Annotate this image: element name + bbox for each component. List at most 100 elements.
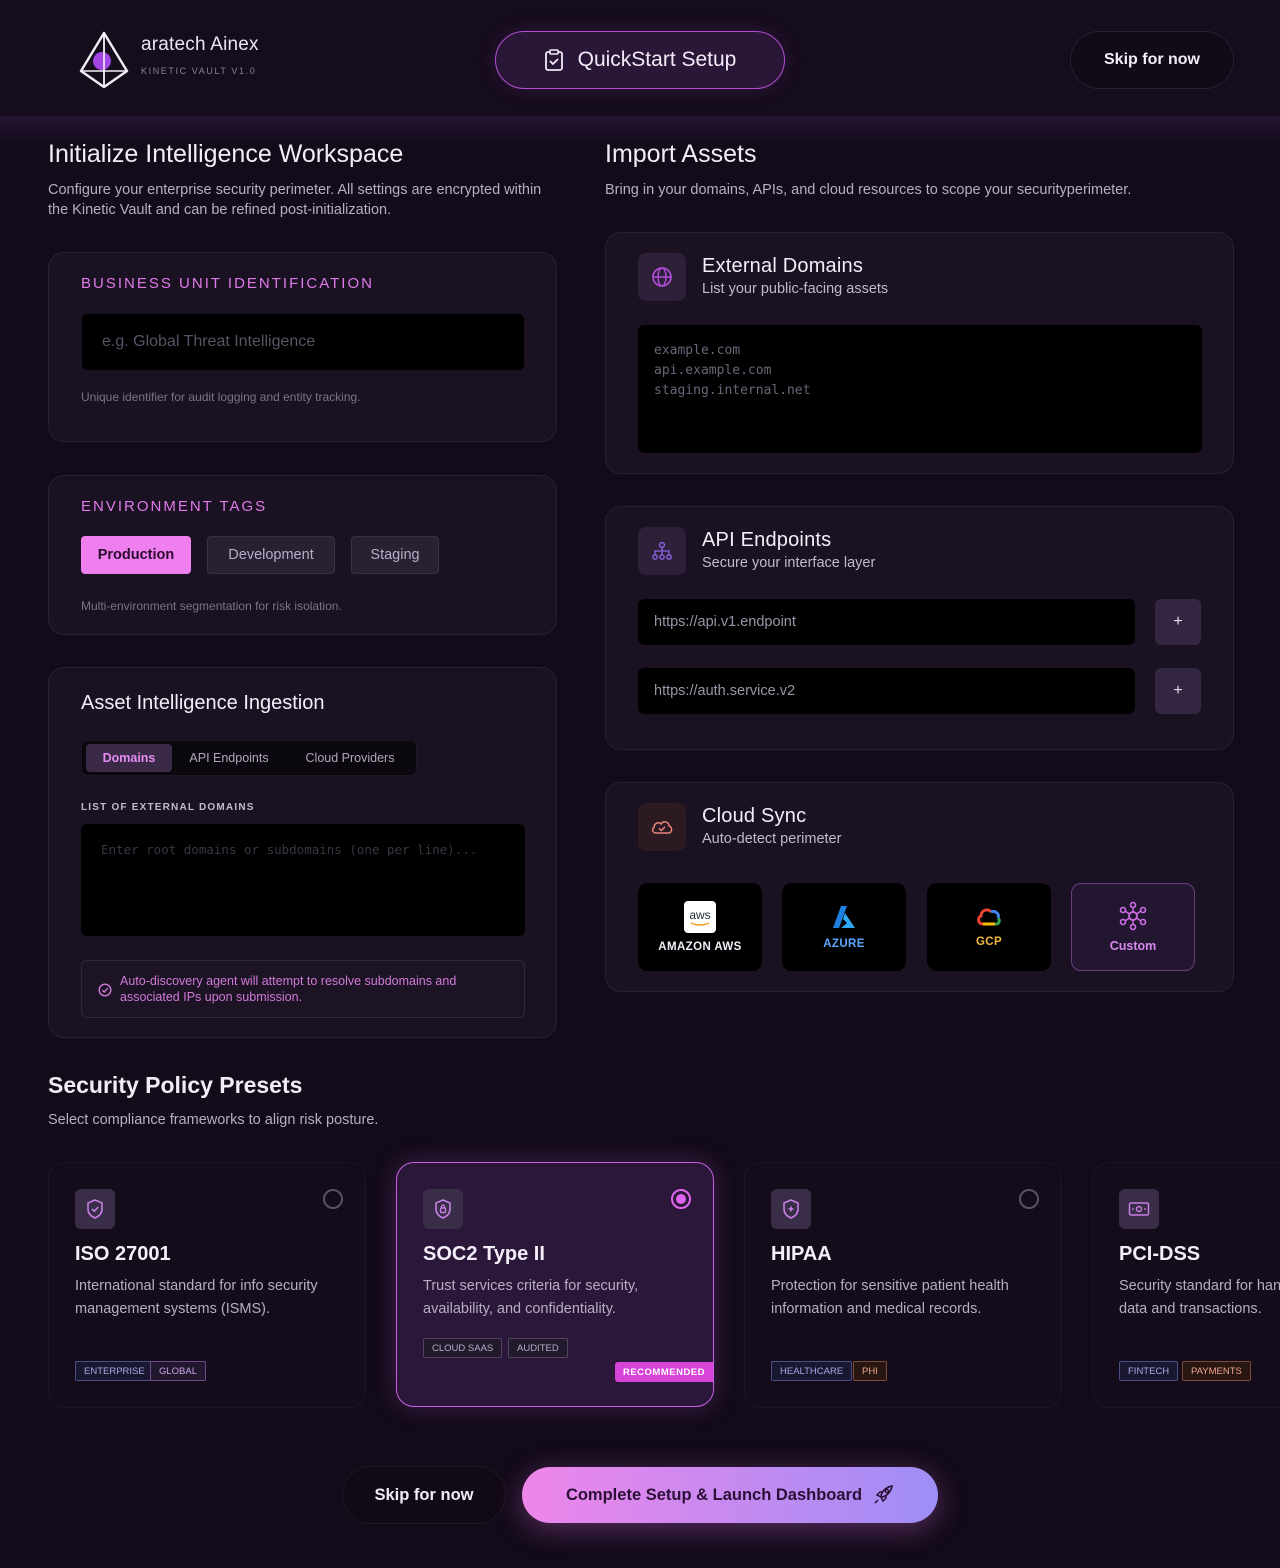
provider-custom[interactable]: Custom bbox=[1071, 883, 1195, 971]
environment-tags-card: ENVIRONMENT TAGS Production Development … bbox=[48, 475, 557, 635]
provider-gcp[interactable]: GCP bbox=[927, 883, 1051, 971]
policy-title: SOC2 Type II bbox=[423, 1243, 545, 1265]
provider-aws[interactable]: aws AMAZON AWS bbox=[638, 883, 762, 971]
globe-icon bbox=[652, 267, 672, 287]
cash-icon bbox=[1128, 1202, 1150, 1216]
tab-api-endpoints[interactable]: API Endpoints bbox=[176, 744, 282, 772]
shield-check-icon-box bbox=[75, 1189, 115, 1229]
domain-line: api.example.com bbox=[654, 363, 772, 378]
policy-chip: FINTECH bbox=[1119, 1361, 1179, 1381]
policy-title: PCI-DSS bbox=[1119, 1243, 1201, 1265]
hierarchy-icon-box bbox=[638, 527, 686, 575]
skip-button-bottom[interactable]: Skip for now bbox=[342, 1466, 506, 1524]
policy-chip: CLOUD SAAS bbox=[423, 1338, 503, 1358]
brand-name: aratech Ainex bbox=[141, 34, 259, 55]
business-unit-input[interactable]: e.g. Global Threat Intelligence bbox=[81, 313, 525, 371]
domain-line: example.com bbox=[654, 343, 741, 358]
policy-description: International standard for info security… bbox=[75, 1278, 318, 1317]
workspace-description: Configure your enterprise security perim… bbox=[48, 182, 542, 218]
cloud-sync-card: Cloud Sync Auto-detect perimeter aws AMA… bbox=[605, 782, 1234, 992]
policy-radio-soc2[interactable] bbox=[671, 1189, 691, 1209]
auto-discovery-text: Auto-discovery agent will attempt to res… bbox=[120, 974, 457, 1004]
policy-chip: PAYMENTS bbox=[1182, 1361, 1251, 1381]
policy-card-pci-dss[interactable]: PCI-DSS Security standard for handling c… bbox=[1092, 1162, 1280, 1408]
business-unit-card: BUSINESS UNIT IDENTIFICATION e.g. Global… bbox=[48, 252, 557, 442]
add-endpoint-button-2[interactable]: + bbox=[1155, 668, 1201, 714]
recommended-badge: RECOMMENDED bbox=[614, 1362, 713, 1382]
network-icon bbox=[1119, 901, 1147, 931]
domain-list-placeholder: Enter root domains or subdomains (one pe… bbox=[101, 842, 478, 857]
policy-chip: PHI bbox=[853, 1361, 887, 1381]
quickstart-setup-button[interactable]: QuickStart Setup bbox=[495, 31, 785, 89]
external-domains-title: External Domains bbox=[702, 255, 864, 277]
top-header: aratech Ainex KINETIC VAULT V1.0 QuickSt… bbox=[0, 0, 1280, 118]
policy-chip: GLOBAL bbox=[150, 1361, 207, 1381]
policy-chip: HEALTHCARE bbox=[771, 1361, 853, 1381]
asset-ingestion-card: Asset Intelligence Ingestion Domains API… bbox=[48, 667, 557, 1038]
api-endpoint-input-2[interactable]: https://auth.service.v2 bbox=[638, 668, 1135, 714]
shield-lock-icon-box bbox=[423, 1189, 463, 1229]
cloud-sync-title: Cloud Sync bbox=[702, 805, 807, 827]
business-unit-placeholder: e.g. Global Threat Intelligence bbox=[102, 333, 316, 350]
api-endpoints-title: API Endpoints bbox=[702, 529, 832, 551]
azure-logo-icon bbox=[833, 906, 855, 928]
policy-description: Trust services criteria for security, av… bbox=[423, 1278, 639, 1317]
provider-azure[interactable]: AZURE bbox=[782, 883, 906, 971]
api-endpoint-input-1[interactable]: https://api.v1.endpoint bbox=[638, 599, 1135, 645]
tag-production[interactable]: Production bbox=[81, 536, 191, 574]
globe-icon-box bbox=[638, 253, 686, 301]
policy-radio-hipaa[interactable] bbox=[1019, 1189, 1039, 1209]
logo-icon bbox=[79, 31, 129, 89]
api-endpoints-subtitle: Secure your interface layer bbox=[702, 555, 876, 571]
shield-plus-icon-box bbox=[771, 1189, 811, 1229]
api-endpoints-card: API Endpoints Secure your interface laye… bbox=[605, 506, 1234, 750]
workspace-title: Initialize Intelligence Workspace bbox=[48, 140, 404, 168]
provider-aws-label: AMAZON AWS bbox=[658, 941, 742, 953]
external-domains-textarea[interactable]: example.com api.example.com staging.inte… bbox=[638, 325, 1202, 453]
business-unit-label: BUSINESS UNIT IDENTIFICATION bbox=[81, 275, 374, 292]
api-endpoint-placeholder-1: https://api.v1.endpoint bbox=[654, 614, 796, 630]
domain-list-textarea[interactable]: Enter root domains or subdomains (one pe… bbox=[81, 824, 525, 936]
gcp-logo-icon bbox=[977, 908, 1001, 926]
asset-ingestion-title: Asset Intelligence Ingestion bbox=[81, 692, 325, 714]
policy-card-soc2[interactable]: SOC2 Type II Trust services criteria for… bbox=[396, 1162, 714, 1407]
ingestion-tabs: Domains API Endpoints Cloud Providers bbox=[81, 740, 417, 776]
clipboard-check-icon bbox=[544, 49, 563, 71]
quickstart-label: QuickStart Setup bbox=[577, 48, 737, 71]
tag-development[interactable]: Development bbox=[207, 536, 335, 574]
provider-gcp-label: GCP bbox=[975, 936, 1003, 948]
hierarchy-icon bbox=[652, 541, 672, 560]
policy-description: Protection for sensitive patient health … bbox=[771, 1278, 1009, 1317]
check-circle-icon bbox=[98, 983, 112, 997]
policy-chip: ENTERPRISE bbox=[75, 1361, 154, 1381]
policy-card-hipaa[interactable]: HIPAA Protection for sensitive patient h… bbox=[744, 1162, 1062, 1408]
external-domains-card: External Domains List your public-facing… bbox=[605, 232, 1234, 474]
cloud-check-icon bbox=[651, 821, 673, 834]
cloud-icon-box bbox=[638, 803, 686, 851]
cash-icon-box bbox=[1119, 1189, 1159, 1229]
environment-tags-label: ENVIRONMENT TAGS bbox=[81, 498, 268, 515]
tag-staging[interactable]: Staging bbox=[351, 536, 439, 574]
policies-title: Security Policy Presets bbox=[48, 1072, 303, 1098]
shield-lock-icon bbox=[435, 1199, 451, 1219]
auto-discovery-notice: Auto-discovery agent will attempt to res… bbox=[81, 960, 525, 1018]
launch-dashboard-button[interactable]: Complete Setup & Launch Dashboard bbox=[522, 1467, 938, 1523]
brand-version: KINETIC VAULT V1.0 bbox=[141, 66, 257, 76]
policy-card-iso27001[interactable]: ISO 27001 International standard for inf… bbox=[48, 1162, 366, 1408]
add-endpoint-button-1[interactable]: + bbox=[1155, 599, 1201, 645]
policy-radio-iso27001[interactable] bbox=[323, 1189, 343, 1209]
tab-domains[interactable]: Domains bbox=[86, 744, 172, 772]
api-endpoint-placeholder-2: https://auth.service.v2 bbox=[654, 683, 796, 699]
tab-cloud-providers[interactable]: Cloud Providers bbox=[288, 744, 412, 772]
policy-chip: AUDITED bbox=[508, 1338, 568, 1358]
cloud-sync-subtitle: Auto-detect perimeter bbox=[702, 831, 842, 847]
environment-hint: Multi-environment segmentation for risk … bbox=[81, 599, 342, 613]
launch-label: Complete Setup & Launch Dashboard bbox=[565, 1485, 863, 1504]
provider-custom-label: Custom bbox=[1109, 939, 1157, 953]
external-domains-subtitle: List your public-facing assets bbox=[702, 281, 889, 297]
shield-plus-icon bbox=[783, 1199, 799, 1219]
import-assets-title: Import Assets bbox=[605, 140, 757, 168]
domain-list-label: LIST OF EXTERNAL DOMAINS bbox=[81, 802, 255, 813]
import-assets-description: Bring in your domains, APIs, and cloud r… bbox=[605, 182, 1132, 198]
skip-button-top[interactable]: Skip for now bbox=[1070, 31, 1234, 89]
